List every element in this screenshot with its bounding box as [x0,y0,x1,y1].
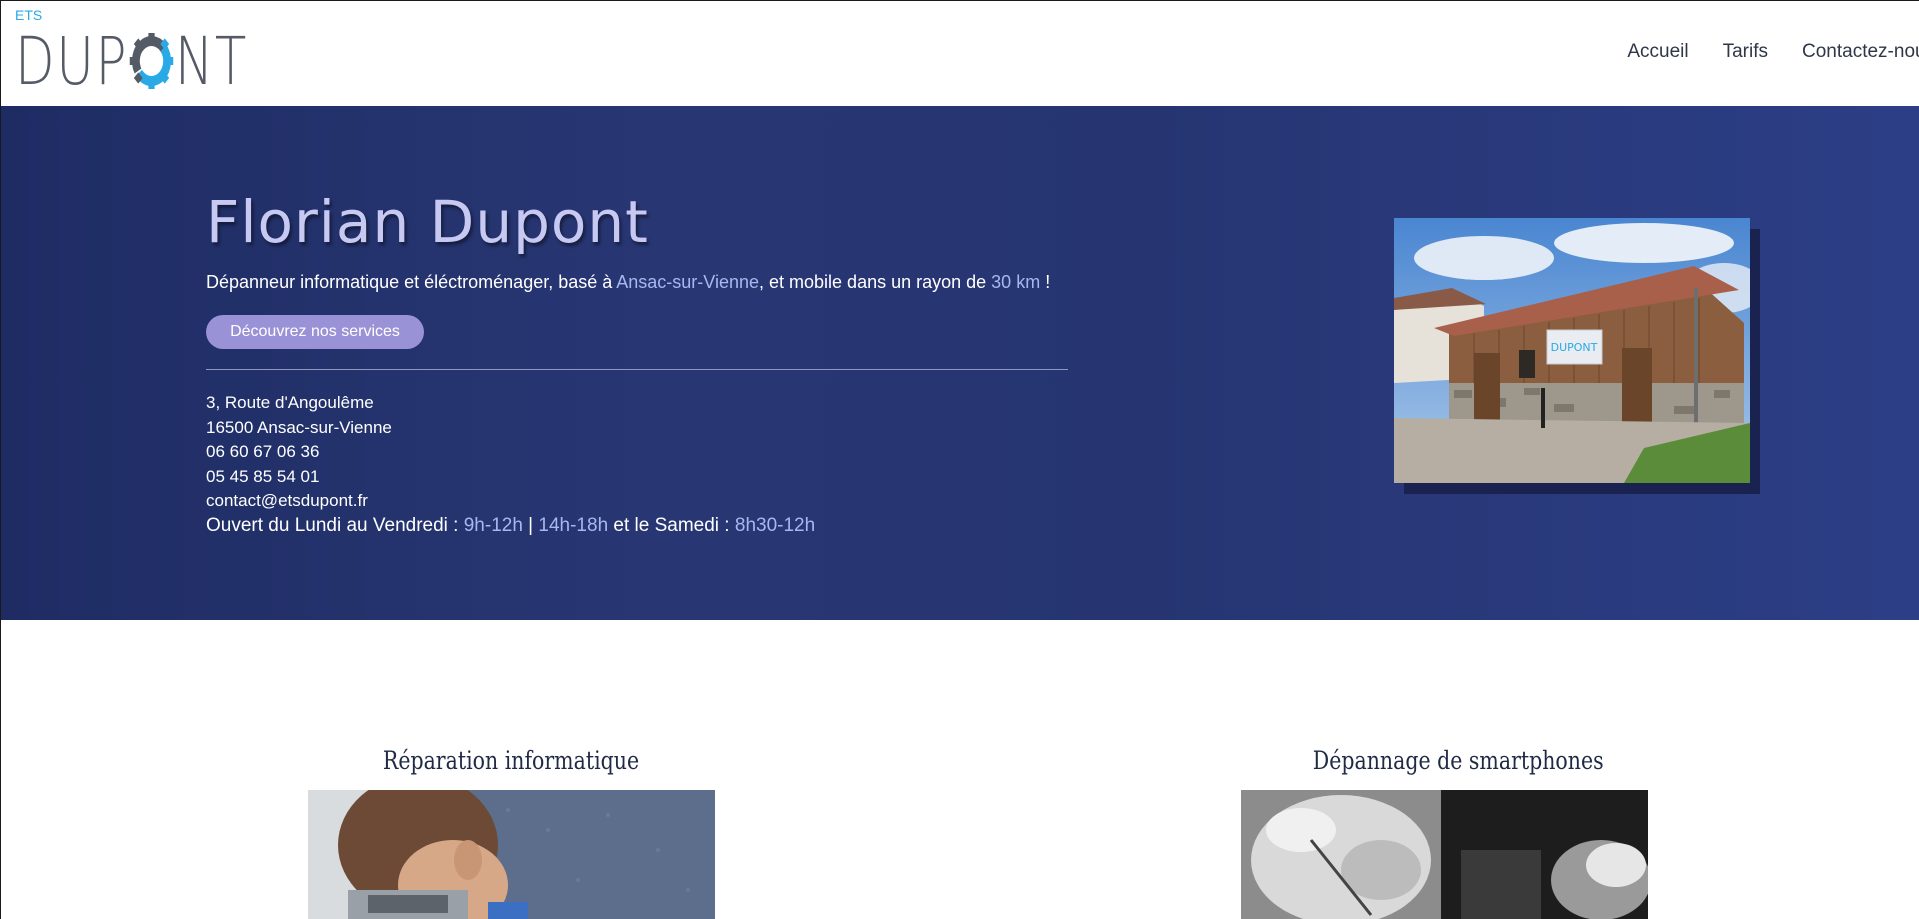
desc-text-2: , et mobile dans un rayon de [759,272,992,292]
service-title-smartphone: Dépannage de smartphones [1312,746,1604,775]
desc-place: Ansac-sur-Vienne [616,272,760,292]
photo-sign-text: DUPONT [1551,341,1598,354]
site-header: ETS DUP NT Accueil Tarifs Contactez-no [1,0,1919,106]
page-title: Florian Dupont [206,188,649,256]
gear-icon [129,33,174,89]
smartphone-repair-image [1241,790,1648,919]
contact-info: 3, Route d'Angoulême 16500 Ansac-sur-Vie… [206,391,815,538]
hours-saturday-label: et le Samedi : [608,514,735,536]
opening-hours: Ouvert du Lundi au Vendredi : 9h-12h | 1… [206,514,815,539]
nav-item-accueil[interactable]: Accueil [1627,41,1688,63]
divider [206,369,1068,370]
hero-description: Dépanneur informatique et éléctroménager… [206,272,1050,293]
phone-mobile[interactable]: 06 60 67 06 36 [206,440,815,465]
shop-building-image: DUPONT [1394,218,1750,483]
desc-text-1: Dépanneur informatique et éléctroménager… [206,272,617,292]
email-link[interactable]: contact@etsdupont.fr [206,489,815,514]
logo[interactable]: ETS DUP NT [15,7,255,100]
hero-section: Florian Dupont Dépanneur informatique et… [1,106,1919,620]
discover-services-button[interactable]: Découvrez nos services [206,315,424,349]
computer-repair-image [308,790,715,919]
logo-text-left: DUP [15,22,129,100]
shop-photo: DUPONT [1394,218,1750,483]
technician-photo [308,790,715,919]
smartphone-photo [1241,790,1648,919]
service-title-computer: Réparation informatique [382,746,640,775]
main-nav: Accueil Tarifs Contactez-nous [1593,41,1919,63]
nav-item-contact[interactable]: Contactez-nous [1802,41,1919,63]
logo-wordmark: DUP NT [15,21,248,101]
nav-item-tarifs[interactable]: Tarifs [1723,41,1768,63]
address-line-1: 3, Route d'Angoulême [206,393,374,412]
hours-afternoon: 14h-18h [538,514,609,536]
desc-text-3: ! [1040,272,1051,292]
address-line-2: 16500 Ansac-sur-Vienne [206,417,392,437]
hours-separator: | [522,514,539,536]
hours-saturday: 8h30-12h [734,514,816,536]
hours-label: Ouvert du Lundi au Vendredi : [206,514,464,536]
hours-morning: 9h-12h [463,514,523,536]
desc-km: 30 km [991,272,1041,292]
logo-text-right: NT [174,22,248,100]
phone-landline[interactable]: 05 45 85 54 01 [206,465,815,490]
